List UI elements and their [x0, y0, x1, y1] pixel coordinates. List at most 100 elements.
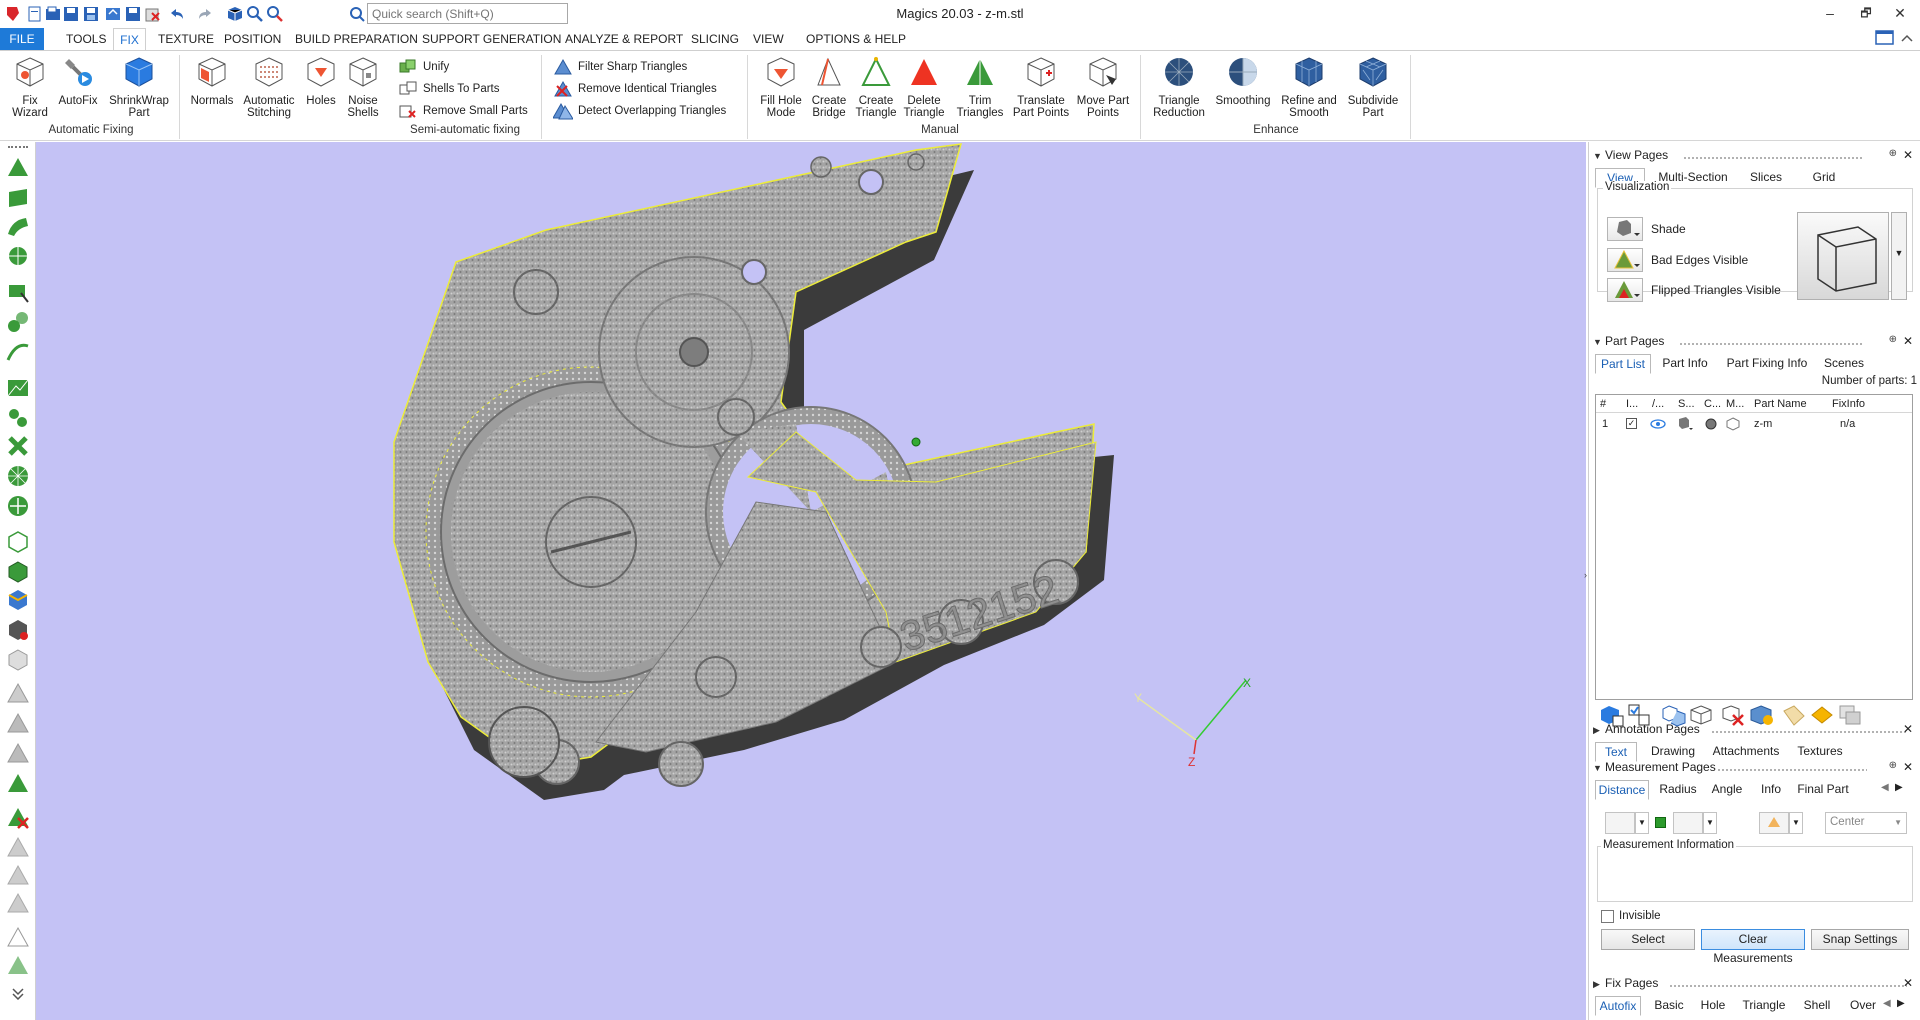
fix-wizard-button[interactable]: Fix Wizard: [8, 55, 52, 119]
mark-noise-icon[interactable]: [6, 434, 30, 458]
trim-triangles-button[interactable]: Trim Triangles: [952, 55, 1008, 119]
minimize-button[interactable]: –: [1810, 2, 1850, 24]
tab-shell[interactable]: Shell: [1795, 996, 1839, 1016]
col-c[interactable]: C...: [1704, 398, 1721, 410]
mark-color-icon[interactable]: [6, 588, 30, 612]
annotation-pages-header[interactable]: ▶ Annotation Pages ✕: [1593, 722, 1917, 740]
tab-text[interactable]: Text: [1595, 742, 1637, 762]
delete-marked-icon[interactable]: [6, 806, 30, 830]
mark-region-icon[interactable]: [6, 376, 30, 400]
menu-fix[interactable]: FIX: [113, 28, 146, 51]
close-panel-icon-3[interactable]: ✕: [1903, 722, 1913, 736]
point-type-2-arrow[interactable]: ▼: [1703, 812, 1717, 834]
shade-dropdown[interactable]: [1607, 217, 1643, 241]
snap-settings-button[interactable]: Snap Settings: [1811, 929, 1909, 950]
menu-slicing[interactable]: SLICING: [691, 32, 739, 46]
invisible-checkbox[interactable]: [1601, 910, 1614, 923]
col-fixinfo[interactable]: FixInfo: [1832, 398, 1865, 410]
snap-mode-arrow[interactable]: ▼: [1789, 812, 1803, 834]
toolbar-grip[interactable]: [8, 146, 28, 148]
tab-overlap[interactable]: Over: [1845, 996, 1881, 1016]
col-part-name[interactable]: Part Name: [1754, 398, 1807, 410]
menu-build-preparation[interactable]: BUILD PREPARATION: [295, 32, 418, 46]
grey-triangle-4-icon[interactable]: [6, 836, 30, 860]
fill-hole-mode-button[interactable]: Fill Hole Mode: [756, 55, 806, 119]
mark-all-icon[interactable]: [6, 648, 30, 672]
grey-triangle-8-icon[interactable]: [6, 954, 30, 978]
fix-pages-header[interactable]: ▶ Fix Pages ✕: [1593, 976, 1917, 994]
3d-viewport[interactable]: 3512152 X Y Z: [36, 142, 1586, 1020]
pin-icon-2[interactable]: ⊕: [1889, 334, 1897, 345]
point-type-2-select[interactable]: [1673, 812, 1703, 834]
menu-file[interactable]: FILE: [0, 28, 44, 50]
shade-mode-icon[interactable]: [1676, 416, 1694, 432]
filter-sharp-triangles-button[interactable]: Filter Sharp Triangles: [553, 57, 687, 77]
col-number[interactable]: #: [1600, 398, 1606, 410]
close-panel-icon[interactable]: ✕: [1903, 148, 1913, 162]
bad-edges-row[interactable]: Bad Edges Visible: [1607, 247, 1748, 273]
move-part-points-button[interactable]: Move Part Points: [1074, 55, 1132, 119]
menu-texture[interactable]: TEXTURE: [158, 32, 214, 46]
fix-tabs-scroll-left-icon[interactable]: ◀: [1883, 998, 1895, 1009]
green-triangle-icon[interactable]: [6, 772, 30, 796]
tab-textures[interactable]: Textures: [1791, 742, 1849, 762]
tab-hole[interactable]: Hole: [1695, 996, 1731, 1016]
mark-curve-icon[interactable]: [6, 340, 30, 364]
create-triangle-button[interactable]: Create Triangle: [854, 55, 898, 119]
part-checkbox[interactable]: ✓: [1626, 418, 1637, 429]
grey-triangle-5-icon[interactable]: [6, 864, 30, 888]
grey-triangle-7-icon[interactable]: [6, 926, 30, 950]
tab-distance[interactable]: Distance: [1595, 780, 1649, 800]
menu-options-help[interactable]: OPTIONS & HELP: [806, 32, 906, 46]
col-visibility[interactable]: /...: [1652, 398, 1664, 410]
tab-final-part[interactable]: Final Part: [1793, 780, 1853, 800]
remove-identical-triangles-button[interactable]: Remove Identical Triangles: [553, 79, 717, 99]
remove-small-parts-button[interactable]: Remove Small Parts: [398, 101, 528, 121]
holes-button[interactable]: Holes: [302, 55, 340, 107]
menu-view[interactable]: VIEW: [753, 32, 784, 46]
mark-surface-icon[interactable]: [6, 214, 30, 238]
mark-by-part-icon[interactable]: [6, 618, 30, 642]
toggle-point-icon[interactable]: [1655, 817, 1666, 828]
tab-part-fixing-info[interactable]: Part Fixing Info: [1719, 354, 1815, 374]
col-s[interactable]: S...: [1678, 398, 1695, 410]
create-bridge-button[interactable]: Create Bridge: [808, 55, 850, 119]
tab-attachments[interactable]: Attachments: [1709, 742, 1783, 762]
mark-contour-icon[interactable]: [6, 310, 30, 334]
menu-support-generation[interactable]: SUPPORT GENERATION: [422, 32, 561, 46]
pin-icon-4[interactable]: ⊕: [1889, 760, 1897, 771]
fix-tabs-scroll-right-icon[interactable]: ▶: [1897, 998, 1909, 1009]
invert-marking-icon[interactable]: [6, 560, 30, 584]
noise-shells-button[interactable]: Noise Shells: [344, 55, 382, 119]
expand-marking-icon[interactable]: [6, 494, 30, 518]
mark-connected-icon[interactable]: [6, 406, 30, 430]
shade-row[interactable]: Shade: [1607, 216, 1686, 242]
grey-triangle-2-icon[interactable]: [6, 712, 30, 736]
tab-info[interactable]: Info: [1751, 780, 1791, 800]
center-select[interactable]: Center ▼: [1825, 812, 1907, 834]
machine-icon[interactable]: [1726, 417, 1740, 431]
unmark-icon[interactable]: [6, 530, 30, 554]
tab-part-info[interactable]: Part Info: [1657, 354, 1713, 374]
normals-button[interactable]: Normals: [188, 55, 236, 107]
tab-slices[interactable]: Slices: [1741, 168, 1791, 188]
subdivide-part-button[interactable]: Subdivide Part: [1342, 55, 1404, 119]
part-pages-header[interactable]: ▼ Part Pages ⊕ ✕: [1593, 334, 1917, 352]
table-row[interactable]: 1 ✓ z-m n/a: [1596, 414, 1912, 434]
bad-edges-dropdown[interactable]: [1607, 248, 1643, 272]
triangle-reduction-button[interactable]: Triangle Reduction: [1148, 55, 1210, 119]
tabs-scroll-right-icon[interactable]: ▶: [1895, 782, 1907, 796]
grey-triangle-6-icon[interactable]: [6, 892, 30, 916]
view-cube-preview[interactable]: [1797, 212, 1889, 300]
snap-mode-select[interactable]: [1759, 812, 1789, 834]
point-type-1-select[interactable]: [1605, 812, 1635, 834]
tab-triangle[interactable]: Triangle: [1737, 996, 1791, 1016]
panel-toggle-icon[interactable]: [1874, 28, 1896, 48]
automatic-stitching-button[interactable]: Automatic Stitching: [240, 55, 298, 119]
grey-triangle-1-icon[interactable]: [6, 682, 30, 706]
tab-drawing[interactable]: Drawing: [1645, 742, 1701, 762]
grey-triangle-3-icon[interactable]: [6, 742, 30, 766]
mark-plane-icon[interactable]: [6, 186, 30, 210]
menu-tools[interactable]: TOOLS: [66, 32, 106, 46]
measurement-pages-header[interactable]: ▼ Measurement Pages ⊕ ✕: [1593, 760, 1917, 778]
